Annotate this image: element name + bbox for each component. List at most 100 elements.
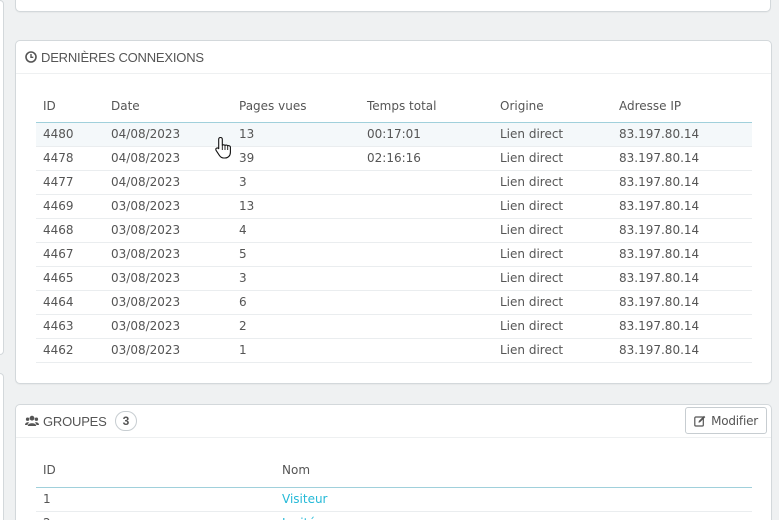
table-row[interactable]: 4464 03/08/2023 6 Lien direct 83.197.80.14 [36,290,752,315]
cell-id: 4480 [36,122,104,147]
connections-panel: Dernières connexions ID Date Pages vues … [15,40,772,384]
cell-ip: 83.197.80.14 [612,242,752,267]
cell-date: 03/08/2023 [104,242,232,267]
cell-origin: Lien direct [493,242,612,267]
connections-heading: Dernières connexions [16,41,771,74]
groups-heading: Groupes 3 Modifier [16,405,771,438]
cell-time [360,290,493,315]
cell-id: 4467 [36,242,104,267]
cell-time [360,170,493,195]
cell-ip: 83.197.80.14 [612,266,752,291]
cell-origin: Lien direct [493,290,612,315]
column-header-origin: Origine [493,90,612,123]
clock-icon [25,51,37,63]
groups-table: ID Nom 1 Visiteur 2 Invité [36,453,752,520]
group-name-link[interactable]: Visiteur [282,492,328,506]
edit-groups-label: Modifier [711,413,758,428]
cell-origin: Lien direct [493,338,612,363]
cell-date: 03/08/2023 [104,194,232,219]
cell-ip: 83.197.80.14 [612,290,752,315]
column-header-id: ID [36,90,104,123]
cell-time [360,338,493,363]
group-name-link[interactable]: Invité [282,516,316,520]
table-row[interactable]: 4465 03/08/2023 3 Lien direct 83.197.80.14 [36,266,752,291]
cell-id: 4477 [36,170,104,195]
cell-id: 4464 [36,290,104,315]
table-row[interactable]: 4463 03/08/2023 2 Lien direct 83.197.80.14 [36,314,752,339]
cell-origin: Lien direct [493,266,612,291]
cell-pages: 6 [232,290,360,315]
table-row[interactable]: 4468 03/08/2023 4 Lien direct 83.197.80.14 [36,218,752,243]
cell-origin: Lien direct [493,314,612,339]
column-header-ip: Adresse IP [612,90,752,123]
cell-pages: 13 [232,122,360,147]
cell-id: 4468 [36,218,104,243]
column-header-pages: Pages vues [232,90,360,123]
users-icon [25,415,39,426]
table-row[interactable]: 4477 04/08/2023 3 Lien direct 83.197.80.14 [36,170,752,195]
hand-pointer-icon [215,136,231,159]
cell-date: 04/08/2023 [104,170,232,195]
table-row[interactable]: 4469 03/08/2023 13 Lien direct 83.197.80.14 [36,194,752,219]
groups-panel: Groupes 3 Modifier ID Nom 1 Visiteur 2 Invi… [15,404,772,520]
cell-ip: 83.197.80.14 [612,314,752,339]
cell-id: 4462 [36,338,104,363]
cell-time [360,314,493,339]
cell-time [360,218,493,243]
column-header-group-id: ID [36,453,275,488]
cell-origin: Lien direct [493,146,612,171]
groups-count-badge: 3 [114,411,138,431]
cell-pages: 3 [232,170,360,195]
groups-title: Groupes [43,413,107,429]
table-row: 2 Invité [36,511,752,520]
cell-time [360,242,493,267]
cell-date: 03/08/2023 [104,290,232,315]
column-header-group-name: Nom [275,453,752,488]
table-row[interactable]: 4478 04/08/2023 39 02:16:16 Lien direct 83.19… [36,146,752,171]
cell-group-id: 1 [36,487,275,512]
table-header-row: ID Nom [36,453,752,488]
cell-id: 4463 [36,314,104,339]
table-row[interactable]: 4467 03/08/2023 5 Lien direct 83.197.80.14 [36,242,752,267]
cell-origin: Lien direct [493,218,612,243]
cell-pages: 1 [232,338,360,363]
cell-date: 04/08/2023 [104,122,232,147]
cell-date: 03/08/2023 [104,218,232,243]
sidebar-edge-upper [0,0,4,355]
column-header-date: Date [104,90,232,123]
cell-origin: Lien direct [493,170,612,195]
sidebar-edge-lower [0,373,4,520]
table-row: 1 Visiteur [36,487,752,512]
cell-pages: 4 [232,218,360,243]
cell-pages: 13 [232,194,360,219]
cell-pages: 2 [232,314,360,339]
cell-date: 03/08/2023 [104,314,232,339]
column-header-time: Temps total [360,90,493,123]
cell-group-name: Invité [275,511,752,520]
previous-panel [15,0,771,12]
cell-time: 00:17:01 [360,122,493,147]
table-row[interactable]: 4462 03/08/2023 1 Lien direct 83.197.80.14 [36,338,752,363]
edit-icon [694,415,706,427]
cell-id: 4469 [36,194,104,219]
cell-ip: 83.197.80.14 [612,122,752,147]
cell-id: 4465 [36,266,104,291]
cell-ip: 83.197.80.14 [612,194,752,219]
cell-ip: 83.197.80.14 [612,338,752,363]
cell-pages: 39 [232,146,360,171]
cell-time [360,266,493,291]
table-header-row: ID Date Pages vues Temps total Origine A… [36,90,752,123]
cell-time: 02:16:16 [360,146,493,171]
cell-time [360,194,493,219]
cell-origin: Lien direct [493,122,612,147]
connections-title: Dernières connexions [41,49,204,65]
cell-ip: 83.197.80.14 [612,170,752,195]
cell-origin: Lien direct [493,194,612,219]
cell-group-id: 2 [36,511,275,520]
cell-ip: 83.197.80.14 [612,218,752,243]
table-row[interactable]: 4480 04/08/2023 13 00:17:01 Lien direct 83.19… [36,122,752,147]
cell-ip: 83.197.80.14 [612,146,752,171]
cell-group-name: Visiteur [275,487,752,512]
edit-groups-button[interactable]: Modifier [685,407,767,434]
connections-table: ID Date Pages vues Temps total Origine A… [36,90,752,363]
